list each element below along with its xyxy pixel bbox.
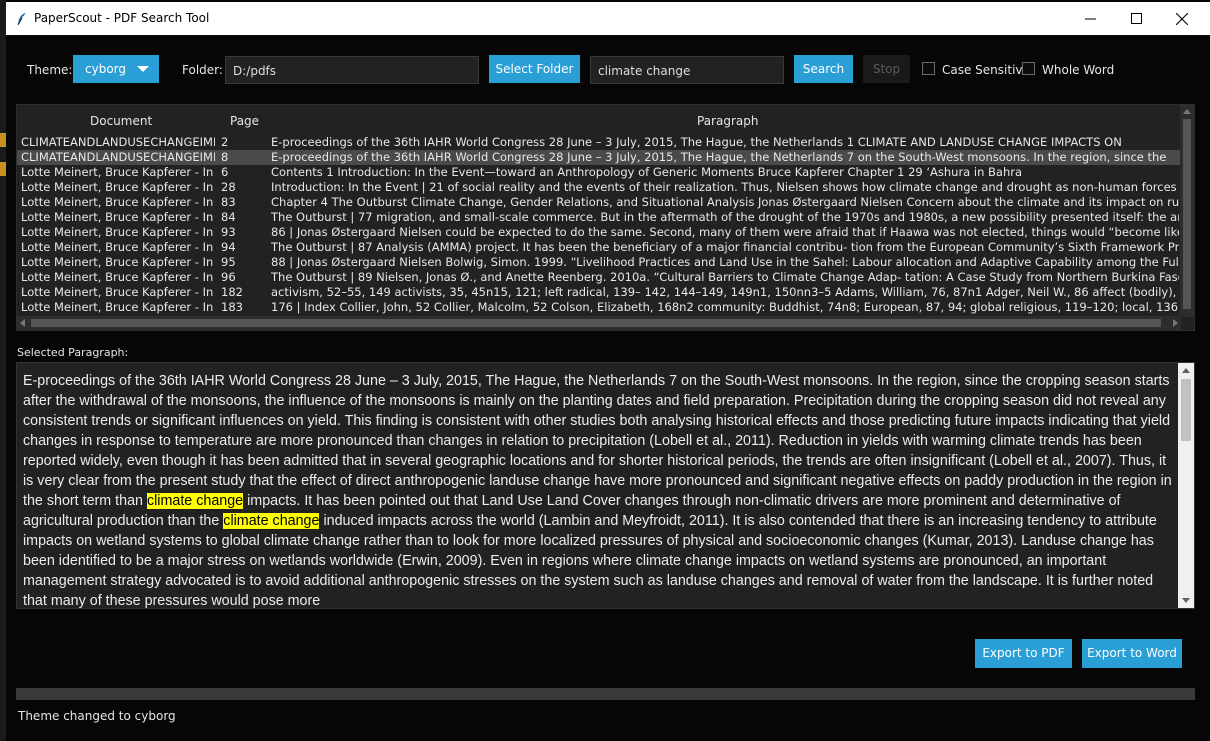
cell-paragraph: 88 | Jonas Østergaard Nielsen Bolwig, Si… bbox=[271, 255, 1179, 269]
case-sensitive-label: Case Sensitive bbox=[942, 63, 1030, 77]
scrollbar-thumb[interactable] bbox=[31, 319, 1161, 327]
cell-page: 95 bbox=[221, 255, 236, 269]
cell-paragraph: The Outburst | 87 Analysis (AMMA) projec… bbox=[271, 240, 1179, 254]
close-button[interactable] bbox=[1159, 2, 1205, 35]
paragraph-segment: E-proceedings of the 36th IAHR World Con… bbox=[23, 373, 1172, 509]
table-row[interactable]: Lotte Meinert, Bruce Kapferer - In the 83… bbox=[17, 195, 1181, 210]
cell-page: 28 bbox=[221, 180, 236, 194]
table-row[interactable]: Lotte Meinert, Bruce Kapferer - In the 84… bbox=[17, 210, 1181, 225]
folder-label: Folder: bbox=[182, 63, 223, 77]
scroll-down-icon[interactable] bbox=[1182, 598, 1190, 603]
search-input[interactable]: climate change bbox=[590, 56, 784, 84]
cell-document: Lotte Meinert, Bruce Kapferer - In the bbox=[21, 270, 215, 284]
table-header: Document Page Paragraph bbox=[17, 105, 1181, 135]
progress-bar bbox=[16, 688, 1195, 700]
scroll-right-icon[interactable] bbox=[1173, 319, 1178, 327]
stop-button[interactable]: Stop bbox=[863, 55, 910, 83]
table-row[interactable]: Lotte Meinert, Bruce Kapferer - In the 96… bbox=[17, 270, 1181, 285]
close-icon bbox=[1176, 12, 1188, 25]
search-highlight: climate change bbox=[223, 513, 320, 529]
cell-paragraph: Chapter 4 The Outburst Climate Change, G… bbox=[271, 195, 1179, 209]
cell-document: CLIMATEANDLANDUSECHANGEIMP bbox=[21, 150, 215, 164]
cell-page: 2 bbox=[221, 135, 229, 149]
column-header-document[interactable]: Document bbox=[90, 114, 152, 128]
cell-page: 96 bbox=[221, 270, 236, 284]
chevron-down-icon bbox=[137, 66, 149, 72]
cell-page: 83 bbox=[221, 195, 236, 209]
cell-document: Lotte Meinert, Bruce Kapferer - In the bbox=[21, 180, 215, 194]
cell-document: CLIMATEANDLANDUSECHANGEIMP bbox=[21, 135, 215, 149]
select-folder-button[interactable]: Select Folder bbox=[489, 55, 580, 83]
paragraph-text: E-proceedings of the 36th IAHR World Con… bbox=[23, 371, 1173, 608]
table-row[interactable]: CLIMATEANDLANDUSECHANGEIMP 2 E-proceedings… bbox=[17, 135, 1181, 150]
cell-document: Lotte Meinert, Bruce Kapferer - In the bbox=[21, 210, 215, 224]
selected-paragraph-label: Selected Paragraph: bbox=[17, 346, 129, 359]
cell-paragraph: The Outburst | 89 Nielsen, Jonas Ø., and… bbox=[271, 270, 1179, 284]
scroll-up-icon[interactable] bbox=[1182, 368, 1190, 373]
cell-paragraph: E-proceedings of the 36th IAHR World Con… bbox=[271, 135, 1122, 149]
table-row[interactable]: Lotte Meinert, Bruce Kapferer - In the 18… bbox=[17, 285, 1181, 300]
theme-value: cyborg bbox=[85, 62, 126, 76]
cell-document: Lotte Meinert, Bruce Kapferer - In the bbox=[21, 255, 215, 269]
maximize-icon bbox=[1130, 13, 1142, 24]
cell-paragraph: E-proceedings of the 36th IAHR World Con… bbox=[271, 150, 1167, 164]
table-row[interactable]: Lotte Meinert, Bruce Kapferer - In the 28… bbox=[17, 180, 1181, 195]
scroll-left-icon[interactable] bbox=[20, 319, 25, 327]
cell-paragraph: Introduction: In the Event | 21 of socia… bbox=[271, 180, 1179, 194]
title-bar: PaperScout - PDF Search Tool bbox=[6, 2, 1210, 35]
cell-paragraph: Contents 1 Introduction: In the Event—to… bbox=[271, 165, 1023, 179]
table-row[interactable]: Lotte Meinert, Bruce Kapferer - In the 6 C… bbox=[17, 165, 1181, 180]
paragraph-vertical-scrollbar[interactable] bbox=[1178, 363, 1194, 608]
case-sensitive-checkbox[interactable] bbox=[922, 62, 935, 75]
cell-page: 8 bbox=[221, 150, 229, 164]
table-row[interactable]: Lotte Meinert, Bruce Kapferer - In the 94… bbox=[17, 240, 1181, 255]
cell-document: Lotte Meinert, Bruce Kapferer - In the bbox=[21, 300, 215, 314]
cell-page: 93 bbox=[221, 225, 236, 239]
table-row[interactable]: Lotte Meinert, Bruce Kapferer - In the 93… bbox=[17, 225, 1181, 240]
status-text: Theme changed to cyborg bbox=[18, 709, 176, 723]
column-header-paragraph[interactable]: Paragraph bbox=[697, 114, 758, 128]
cell-paragraph: 176 | Index Collier, John, 52 Collier, M… bbox=[271, 300, 1179, 314]
cell-document: Lotte Meinert, Bruce Kapferer - In the bbox=[21, 195, 215, 209]
cell-page: 183 bbox=[221, 300, 243, 314]
table-horizontal-scrollbar[interactable] bbox=[17, 316, 1181, 330]
cell-page: 182 bbox=[221, 285, 243, 299]
export-word-button[interactable]: Export to Word bbox=[1082, 639, 1182, 668]
column-header-page[interactable]: Page bbox=[230, 114, 259, 128]
scrollbar-thumb[interactable] bbox=[1183, 119, 1191, 309]
cell-paragraph: The Outburst | 77 migration, and small-s… bbox=[271, 210, 1179, 224]
maximize-button[interactable] bbox=[1113, 2, 1159, 35]
scrollbar-thumb[interactable] bbox=[1181, 379, 1191, 441]
results-table: Document Page Paragraph CLIMATEANDLANDUS… bbox=[16, 104, 1195, 331]
cell-document: Lotte Meinert, Bruce Kapferer - In the bbox=[21, 165, 215, 179]
table-vertical-scrollbar[interactable] bbox=[1180, 105, 1194, 317]
cell-page: 6 bbox=[221, 165, 229, 179]
whole-word-checkbox[interactable] bbox=[1022, 62, 1035, 75]
whole-word-label: Whole Word bbox=[1042, 63, 1115, 77]
cell-page: 84 bbox=[221, 210, 236, 224]
cell-document: Lotte Meinert, Bruce Kapferer - In the bbox=[21, 225, 215, 239]
theme-label: Theme: bbox=[27, 63, 73, 77]
cell-page: 94 bbox=[221, 240, 236, 254]
cell-paragraph: activism, 52–55, 149 activists, 35, 45n1… bbox=[271, 285, 1179, 299]
app-window: PaperScout - PDF Search Tool Theme: cybo… bbox=[6, 0, 1210, 741]
theme-dropdown[interactable]: cyborg bbox=[73, 55, 159, 83]
table-row[interactable]: Lotte Meinert, Bruce Kapferer - In the 95… bbox=[17, 255, 1181, 270]
feather-icon bbox=[17, 13, 26, 26]
search-button[interactable]: Search bbox=[794, 55, 853, 83]
cell-document: Lotte Meinert, Bruce Kapferer - In the bbox=[21, 240, 215, 254]
cell-document: Lotte Meinert, Bruce Kapferer - In the bbox=[21, 285, 215, 299]
minimize-icon bbox=[1084, 18, 1096, 20]
selected-paragraph-textbox[interactable]: E-proceedings of the 36th IAHR World Con… bbox=[16, 362, 1195, 609]
search-highlight: climate change bbox=[146, 493, 244, 509]
window-title: PaperScout - PDF Search Tool bbox=[34, 11, 210, 25]
folder-input[interactable]: D:/pdfs bbox=[225, 56, 479, 84]
table-body: CLIMATEANDLANDUSECHANGEIMP 2 E-proceedings… bbox=[17, 135, 1181, 315]
table-row[interactable]: CLIMATEANDLANDUSECHANGEIMP 8 E-proceedings… bbox=[17, 150, 1181, 165]
table-row[interactable]: Lotte Meinert, Bruce Kapferer - In the 18… bbox=[17, 300, 1181, 315]
cell-paragraph: 86 | Jonas Østergaard Nielsen could be e… bbox=[271, 225, 1179, 239]
export-pdf-button[interactable]: Export to PDF bbox=[975, 639, 1072, 668]
scroll-up-icon[interactable] bbox=[1183, 109, 1191, 114]
minimize-button[interactable] bbox=[1067, 2, 1113, 35]
